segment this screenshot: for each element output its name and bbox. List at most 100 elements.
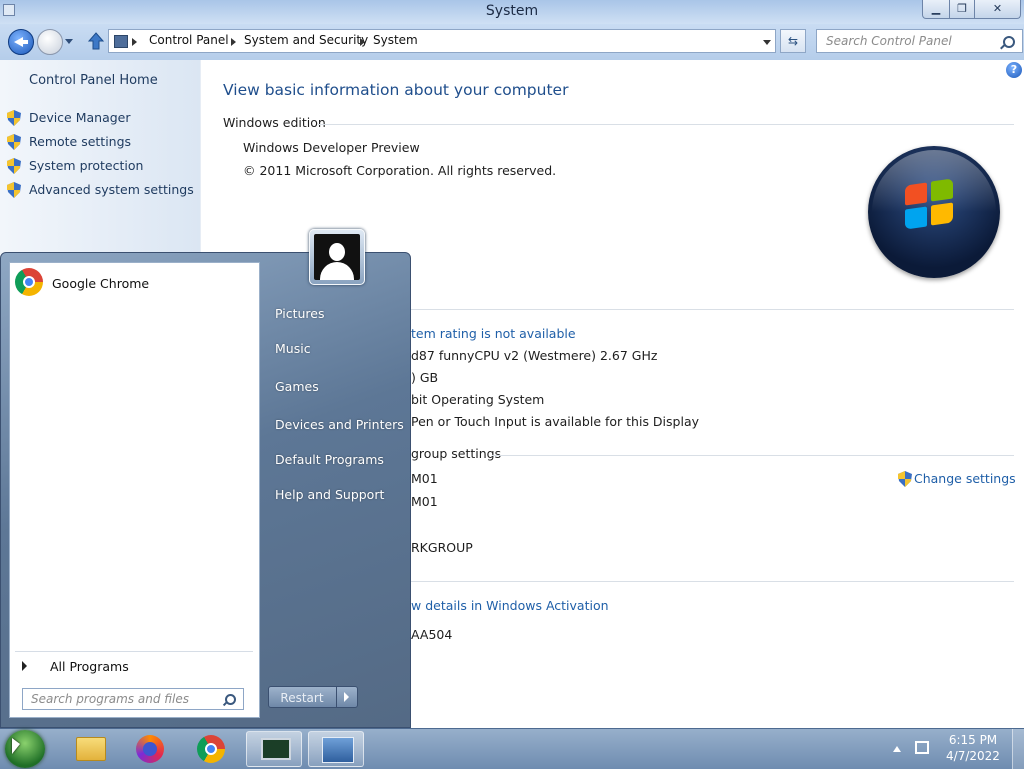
change-settings-link[interactable]: Change settings bbox=[898, 471, 1016, 487]
taskbar-firefox-button[interactable] bbox=[122, 731, 178, 767]
forward-button[interactable] bbox=[37, 29, 63, 55]
logo-green-pane bbox=[931, 178, 953, 202]
advanced-system-settings-link[interactable]: Advanced system settings bbox=[7, 181, 194, 199]
arrow-right-icon bbox=[22, 661, 27, 671]
address-dropdown-icon[interactable] bbox=[763, 40, 771, 45]
firefox-icon bbox=[136, 735, 164, 763]
user-body-shape bbox=[320, 262, 354, 280]
refresh-button[interactable]: ⇆ bbox=[780, 29, 806, 53]
sidebar-item-label: Device Manager bbox=[29, 110, 131, 125]
start-link-pictures[interactable]: Pictures bbox=[275, 306, 325, 321]
copyright-text: © 2011 Microsoft Corporation. All rights… bbox=[243, 163, 557, 178]
breadcrumb-separator-icon[interactable] bbox=[231, 38, 236, 46]
restart-button[interactable]: Restart bbox=[268, 686, 358, 708]
edition-value: Windows Developer Preview bbox=[243, 140, 420, 155]
start-menu: Google Chrome All Programs Search progra… bbox=[0, 229, 411, 728]
start-search-input[interactable]: Search programs and files bbox=[22, 688, 244, 710]
recent-pages-dropdown-icon[interactable] bbox=[65, 39, 73, 44]
uac-shield-icon bbox=[7, 110, 21, 126]
system-protection-link[interactable]: System protection bbox=[7, 157, 143, 175]
chrome-icon bbox=[197, 735, 225, 763]
control-panel-home-link[interactable]: Control Panel Home bbox=[29, 73, 158, 88]
full-name-value: M01 bbox=[411, 494, 438, 509]
taskbar-control-panel-button[interactable] bbox=[308, 731, 364, 767]
network-icon[interactable] bbox=[915, 741, 929, 754]
close-button[interactable]: ✕ bbox=[974, 0, 1021, 19]
change-settings-label: Change settings bbox=[914, 471, 1016, 486]
computer-name-value: M01 bbox=[411, 471, 438, 486]
start-link-default-programs[interactable]: Default Programs bbox=[275, 452, 384, 467]
up-arrow-icon[interactable] bbox=[88, 32, 104, 50]
show-hidden-icons-icon[interactable] bbox=[893, 746, 901, 752]
uac-shield-icon bbox=[7, 182, 21, 198]
pen-touch-value: Pen or Touch Input is available for this… bbox=[411, 414, 700, 429]
window-title: System bbox=[485, 3, 539, 19]
search-input[interactable]: Search Control Panel bbox=[816, 29, 1023, 53]
section-divider bbox=[492, 455, 1014, 456]
clock-time: 6:15 PM bbox=[948, 733, 998, 747]
show-desktop-button[interactable] bbox=[1012, 729, 1024, 769]
start-menu-programs-pane: Google Chrome All Programs Search progra… bbox=[9, 262, 260, 718]
minimize-button[interactable]: ▁ bbox=[922, 0, 950, 19]
address-bar[interactable]: Control Panel System and Security System bbox=[108, 29, 776, 53]
back-button[interactable] bbox=[8, 29, 34, 55]
device-manager-link[interactable]: Device Manager bbox=[7, 109, 131, 127]
explorer-icon bbox=[76, 737, 106, 761]
control-panel-icon bbox=[322, 737, 354, 763]
taskbar-explorer-button[interactable] bbox=[62, 731, 118, 767]
breadcrumb-separator-icon[interactable] bbox=[360, 38, 365, 46]
monitor-icon bbox=[261, 738, 291, 760]
chrome-icon bbox=[15, 268, 43, 296]
all-programs-label: All Programs bbox=[50, 659, 129, 674]
all-programs-button[interactable]: All Programs bbox=[15, 651, 253, 674]
workgroup-value: RKGROUP bbox=[411, 540, 473, 555]
uac-shield-icon bbox=[898, 471, 912, 487]
processor-value: d87 funnyCPU v2 (Westmere) 2.67 GHz bbox=[411, 348, 658, 363]
user-head-shape bbox=[329, 243, 345, 261]
search-placeholder: Search Control Panel bbox=[826, 34, 952, 48]
logo-blue-pane bbox=[905, 206, 927, 230]
start-search-placeholder: Search programs and files bbox=[31, 692, 189, 706]
uac-shield-icon bbox=[7, 134, 21, 150]
navigation-bar: Control Panel System and Security System… bbox=[0, 24, 1024, 60]
start-link-devices-and-printers[interactable]: Devices and Printers bbox=[275, 417, 404, 432]
help-icon[interactable]: ? bbox=[1006, 62, 1022, 78]
logo-red-pane bbox=[905, 182, 927, 206]
clock[interactable]: 6:15 PM 4/7/2022 bbox=[946, 732, 1000, 764]
shutdown-options-arrow-icon[interactable] bbox=[336, 687, 358, 707]
taskbar: 6:15 PM 4/7/2022 bbox=[0, 728, 1024, 769]
sidebar-item-label: Remote settings bbox=[29, 134, 132, 149]
section-divider bbox=[318, 124, 1014, 125]
start-link-help-and-support[interactable]: Help and Support bbox=[275, 487, 384, 502]
memory-value: ) GB bbox=[411, 370, 439, 385]
breadcrumb-control-panel[interactable]: Control Panel bbox=[149, 33, 229, 47]
start-link-music[interactable]: Music bbox=[275, 341, 311, 356]
remote-settings-link[interactable]: Remote settings bbox=[7, 133, 131, 151]
search-icon[interactable] bbox=[225, 694, 236, 705]
maximize-button[interactable]: ❐ bbox=[949, 0, 975, 19]
logo-yellow-pane bbox=[931, 202, 953, 226]
title-bar[interactable]: System ▁ ❐ ✕ bbox=[0, 0, 1024, 24]
page-title: View basic information about your comput… bbox=[223, 81, 569, 99]
system-type-value: bit Operating System bbox=[411, 392, 545, 407]
breadcrumb-system-and-security[interactable]: System and Security bbox=[244, 33, 368, 47]
breadcrumb-system[interactable]: System bbox=[373, 33, 418, 47]
section-divider bbox=[411, 581, 1014, 582]
start-item-google-chrome[interactable]: Google Chrome bbox=[15, 268, 253, 300]
uac-shield-icon bbox=[7, 158, 21, 174]
system-rating-link[interactable]: tem rating is not available bbox=[411, 326, 576, 341]
user-picture bbox=[314, 234, 360, 280]
mouse-cursor-icon bbox=[12, 738, 20, 754]
activation-details-link[interactable]: w details in Windows Activation bbox=[411, 598, 609, 613]
taskbar-chrome-button[interactable] bbox=[183, 731, 239, 767]
user-avatar[interactable] bbox=[309, 229, 365, 285]
search-icon[interactable] bbox=[1003, 36, 1015, 48]
control-panel-icon bbox=[114, 35, 128, 48]
start-link-games[interactable]: Games bbox=[275, 379, 319, 394]
breadcrumb-separator-icon[interactable] bbox=[132, 38, 137, 46]
restart-label: Restart bbox=[280, 691, 324, 705]
start-button[interactable] bbox=[5, 730, 45, 768]
windows-logo bbox=[868, 146, 1000, 278]
taskbar-monitor-button[interactable] bbox=[246, 731, 302, 767]
start-item-label: Google Chrome bbox=[52, 276, 150, 291]
